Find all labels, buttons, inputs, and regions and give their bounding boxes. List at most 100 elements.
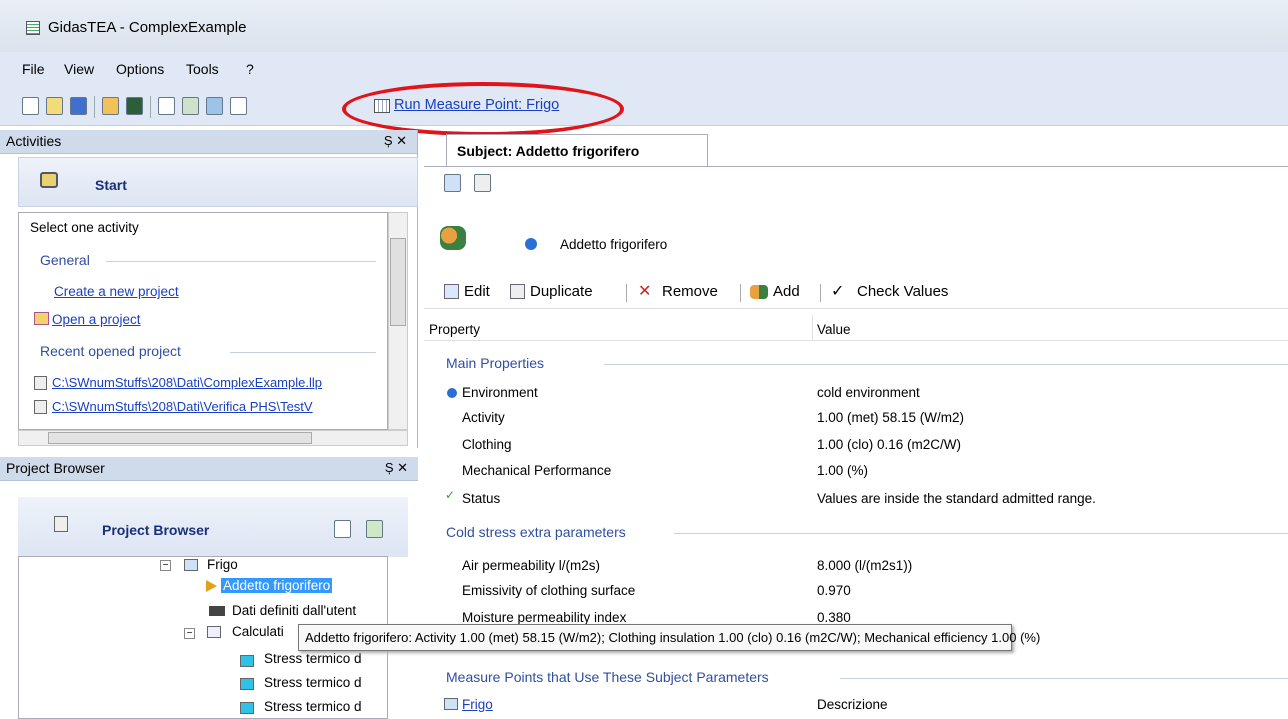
measure-point-link[interactable]: Frigo: [462, 697, 493, 712]
calculation-icon: [207, 626, 221, 638]
new-icon[interactable]: [22, 97, 39, 115]
value-clothing: 1.00 (clo) 0.16 (m2C/W): [817, 437, 962, 452]
window-title: GidasTEA - ComplexExample: [48, 19, 247, 36]
property-header: [424, 315, 1288, 341]
folder-icon: [34, 312, 49, 325]
value-environment: cold environment: [817, 385, 920, 400]
measure-point-icon: [444, 698, 458, 710]
edit-icon: [444, 284, 459, 299]
subject-avatar-icon: [440, 226, 466, 250]
page-icon[interactable]: [230, 97, 247, 115]
add-button[interactable]: Add: [773, 283, 800, 300]
section-line: [604, 364, 1288, 365]
app-icon: [26, 21, 40, 35]
prop-clothing: Clothing: [462, 437, 512, 452]
tree-item-user-data[interactable]: Dati definiti dall'utent: [232, 603, 356, 618]
forward-icon[interactable]: [474, 174, 491, 192]
tab-subject[interactable]: Subject: Addetto frigorifero: [446, 134, 708, 167]
menu-view[interactable]: View: [64, 61, 94, 77]
measure-point-icon: [184, 559, 198, 571]
open-icon[interactable]: [46, 97, 63, 115]
chart-icon[interactable]: [158, 97, 175, 115]
duplicate-button[interactable]: Duplicate: [530, 283, 593, 300]
start-label[interactable]: Start: [95, 177, 127, 193]
export-icon[interactable]: [334, 520, 351, 538]
value-moisture: 0.380: [817, 610, 851, 625]
start-bar[interactable]: [18, 157, 418, 207]
back-icon[interactable]: [444, 174, 461, 192]
menu-help[interactable]: ?: [246, 61, 254, 77]
subject-icon: [206, 580, 217, 592]
tree-item-frigo[interactable]: Frigo: [207, 557, 238, 572]
menu-tools[interactable]: Tools: [186, 61, 219, 77]
file-icon: [34, 376, 47, 390]
value-air-permeability: 8.000 (l/(m2s1)): [817, 558, 913, 573]
toolbar-separator: [820, 284, 821, 302]
recent-project-link[interactable]: C:\SWnumStuffs\208\Dati\Verifica PHS\Tes…: [52, 399, 386, 414]
menu-options[interactable]: Options: [116, 61, 164, 77]
toolbar-separator: [740, 284, 741, 302]
tree-item-subject[interactable]: Addetto frigorifero: [221, 578, 333, 593]
refresh-icon[interactable]: [366, 520, 383, 538]
stress-icon: [240, 655, 254, 667]
toolbar-separator: [150, 96, 151, 118]
environment-dot-icon: [447, 388, 457, 398]
tree-expand[interactable]: −: [160, 560, 171, 571]
section-measure-points: Measure Points that Use These Subject Pa…: [446, 669, 769, 685]
group-line: [106, 261, 376, 262]
tree-expand[interactable]: −: [184, 628, 195, 639]
status-dot-icon: [525, 238, 537, 250]
remove-button[interactable]: Remove: [662, 283, 718, 300]
edit-button[interactable]: Edit: [464, 283, 490, 300]
document-icon[interactable]: [182, 97, 199, 115]
tree-item-calculations[interactable]: Calculati: [232, 624, 284, 639]
pin-close-icon[interactable]: Ș ✕: [385, 460, 408, 476]
file-icon: [34, 400, 47, 414]
pin-close-icon[interactable]: Ș ✕: [384, 133, 407, 149]
data-icon: [209, 606, 225, 616]
measure-point-description: Descrizione: [817, 697, 888, 712]
create-project-link[interactable]: Create a new project: [54, 284, 179, 299]
open-project-link[interactable]: Open a project: [52, 312, 141, 327]
tooltip: Addetto frigorifero: Activity 1.00 (met)…: [298, 624, 1040, 651]
check-values-button[interactable]: Check Values: [857, 283, 948, 300]
printer-icon: [40, 172, 58, 188]
scroll-thumb[interactable]: [390, 238, 406, 326]
subject-name: Addetto frigorifero: [560, 237, 668, 252]
highlight-ellipse: [342, 82, 624, 136]
save-icon[interactable]: [70, 97, 87, 115]
project-icon: [54, 516, 68, 532]
prop-air-permeability: Air permeability l/(m2s): [462, 558, 601, 573]
prop-emissivity: Emissivity of clothing surface: [462, 583, 636, 598]
stress-icon: [240, 702, 254, 714]
menu-file[interactable]: File: [22, 61, 45, 77]
prop-activity: Activity: [462, 410, 505, 425]
project-browser-title: Project Browser: [102, 522, 210, 538]
section-cold-stress: Cold stress extra parameters: [446, 524, 626, 540]
toolbar-separator: [94, 96, 95, 118]
section-line: [674, 533, 1288, 534]
tree-item-stress[interactable]: Stress termico d: [264, 651, 362, 666]
duplicate-icon: [510, 284, 525, 299]
activities-header: Activities Ș ✕: [0, 130, 417, 154]
section-main-properties: Main Properties: [446, 355, 545, 371]
select-activity-label: Select one activity: [30, 220, 139, 235]
prop-mechanical: Mechanical Performance: [462, 463, 612, 478]
toolbar-separator: [626, 284, 627, 302]
activities-title: Activities: [6, 133, 62, 149]
report-icon[interactable]: [102, 97, 119, 115]
tree-item-stress[interactable]: Stress termico d: [264, 699, 362, 714]
value-mechanical: 1.00 (%): [817, 463, 869, 478]
stress-icon: [240, 678, 254, 690]
add-users-icon: [750, 285, 768, 299]
tree-item-stress[interactable]: Stress termico d: [264, 675, 362, 690]
project-browser-header-title: Project Browser: [6, 460, 105, 476]
recent-project-link[interactable]: C:\SWnumStuffs\208\Dati\ComplexExample.l…: [52, 375, 386, 390]
group-recent: Recent opened project: [40, 343, 181, 359]
measure-icon[interactable]: [206, 97, 223, 115]
scroll-thumb[interactable]: [48, 432, 312, 444]
prop-environment: Environment: [462, 385, 538, 400]
calculator-icon[interactable]: [126, 97, 143, 115]
value-emissivity: 0.970: [817, 583, 851, 598]
col-value: Value: [817, 322, 851, 337]
